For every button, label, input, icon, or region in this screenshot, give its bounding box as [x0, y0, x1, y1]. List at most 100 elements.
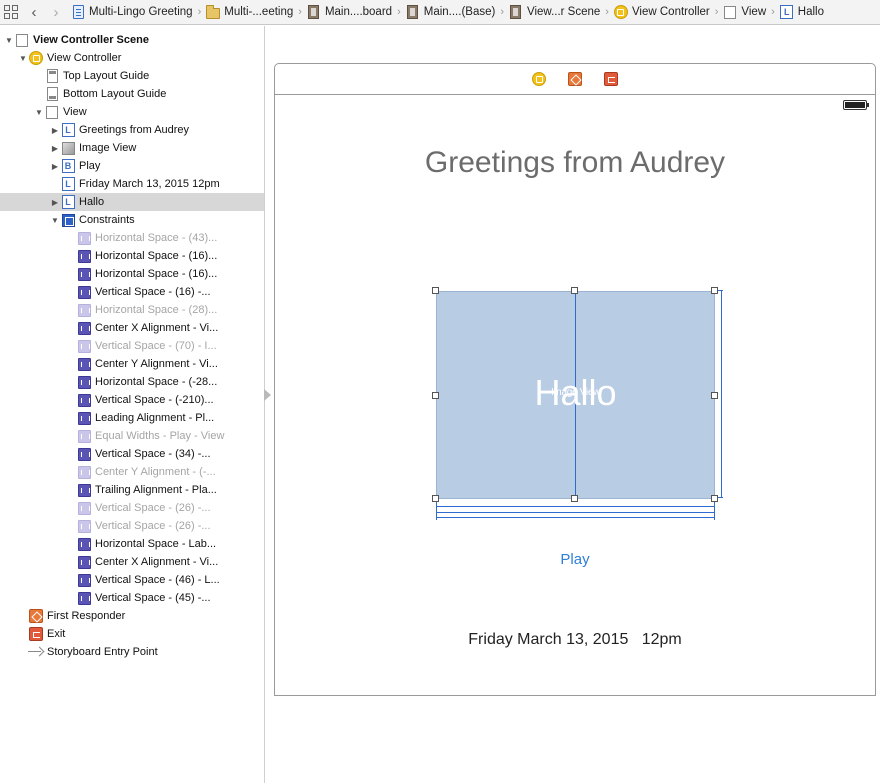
disclosure-open-icon[interactable]: ▼ — [50, 211, 60, 229]
outline-row[interactable]: Horizontal Space - (28)... — [0, 301, 264, 319]
breadcrumb-item[interactable]: View...r Scene — [509, 0, 600, 25]
resize-handle-bottom-left[interactable] — [432, 495, 439, 502]
breadcrumb-separator-icon: › — [714, 6, 719, 18]
outline-row-label: Greetings from Audrey — [79, 124, 190, 136]
outline-row[interactable]: Vertical Space - (70) - I... — [0, 337, 264, 355]
view-controller-scene-frame[interactable]: Greetings from Audrey Image View Hallo P… — [274, 63, 876, 696]
outline-row[interactable]: Horizontal Space - (16)... — [0, 247, 264, 265]
outline-row[interactable]: Vertical Space - (16) -... — [0, 283, 264, 301]
resize-handle-top-left[interactable] — [432, 287, 439, 294]
outline-row[interactable]: ▶ L Hallo — [0, 193, 264, 211]
outline-row[interactable]: ▼ View Controller Scene — [0, 31, 264, 49]
play-button[interactable]: Play — [275, 551, 875, 568]
outline-row[interactable]: Vertical Space - (45) -... — [0, 589, 264, 607]
outline-row[interactable]: Vertical Space - (26) -... — [0, 517, 264, 535]
outline-row[interactable]: Bottom Layout Guide — [0, 85, 264, 103]
outline-row[interactable]: Center X Alignment - Vi... — [0, 319, 264, 337]
outline-row[interactable]: Vertical Space - (26) -... — [0, 499, 264, 517]
outline-row[interactable]: Center Y Alignment - (-... — [0, 463, 264, 481]
outline-row[interactable]: ▼ View — [0, 103, 264, 121]
view-controller-icon[interactable] — [532, 72, 547, 87]
first-responder-icon[interactable] — [568, 72, 583, 87]
constraint-icon — [76, 374, 92, 390]
resize-handle-top-right[interactable] — [711, 287, 718, 294]
resize-handle-bottom-right[interactable] — [711, 495, 718, 502]
breadcrumb-label: View Controller — [631, 6, 710, 18]
outline-row[interactable]: L Friday March 13, 2015 12pm — [0, 175, 264, 193]
disclosure-closed-icon[interactable]: ▶ — [50, 121, 60, 139]
outline-row-label: Vertical Space - (26) -... — [95, 502, 211, 514]
outline-row[interactable]: First Responder — [0, 607, 264, 625]
outline-row[interactable]: Leading Alignment - Pl... — [0, 409, 264, 427]
outline-row[interactable]: Horizontal Space - Lab... — [0, 535, 264, 553]
image-view[interactable]: Image View Hallo — [436, 291, 715, 499]
outline-row[interactable]: Storyboard Entry Point — [0, 643, 264, 661]
constraint-line — [714, 502, 715, 520]
breadcrumb-separator-icon: › — [771, 6, 775, 18]
breadcrumb-label: Multi-Lingo Greeting — [89, 6, 193, 18]
forward-arrow-icon[interactable]: › — [45, 0, 67, 25]
breadcrumb-label: View...r Scene — [526, 6, 601, 18]
outline-row[interactable]: Horizontal Space - (-28... — [0, 373, 264, 391]
constraint-line — [436, 502, 437, 520]
breadcrumb-item[interactable]: View Controller — [613, 0, 710, 25]
outline-row-label: Horizontal Space - (43)... — [95, 232, 218, 244]
date-label[interactable]: Friday March 13, 2015 12pm — [275, 631, 875, 649]
resize-handle-bottom[interactable] — [571, 495, 578, 502]
outline-row[interactable]: Top Layout Guide — [0, 67, 264, 85]
breadcrumb-item[interactable]: Main....(Base) — [406, 0, 495, 25]
outline-row[interactable]: Horizontal Space - (43)... — [0, 229, 264, 247]
breadcrumb-item[interactable]: Multi-...eeting — [206, 0, 293, 25]
label-icon: L — [60, 122, 76, 138]
resize-handle-left[interactable] — [432, 392, 439, 399]
breadcrumb-item[interactable]: View — [723, 0, 766, 25]
outline-row-label: Center Y Alignment - (-... — [95, 466, 216, 478]
outline-row[interactable]: Vertical Space - (34) -... — [0, 445, 264, 463]
disclosure-closed-icon[interactable]: ▶ — [50, 139, 60, 157]
outline-row[interactable]: ▶ B Play — [0, 157, 264, 175]
exit-icon[interactable] — [604, 72, 619, 87]
disclosure-closed-icon[interactable]: ▶ — [50, 193, 60, 211]
outline-row-label: Trailing Alignment - Pla... — [95, 484, 217, 496]
outline-row[interactable]: Equal Widths - Play - View — [0, 427, 264, 445]
constraint-icon — [76, 392, 92, 408]
hallo-label[interactable]: Hallo — [437, 372, 714, 414]
outline-row-label: Horizontal Space - (16)... — [95, 268, 218, 280]
resize-handle-top[interactable] — [571, 287, 578, 294]
related-items-grid-icon[interactable] — [3, 4, 19, 20]
disclosure-closed-icon[interactable]: ▶ — [50, 157, 60, 175]
greeting-label[interactable]: Greetings from Audrey — [275, 146, 875, 180]
outline-row[interactable]: ▶ Image View — [0, 139, 264, 157]
breadcrumb-item[interactable]: Main....board — [307, 0, 392, 25]
breadcrumb-separator-icon: › — [197, 6, 202, 18]
outline-row[interactable]: Center X Alignment - Vi... — [0, 553, 264, 571]
view-controller-icon — [28, 50, 44, 66]
outline-row[interactable]: Vertical Space - (46) - L... — [0, 571, 264, 589]
breadcrumb-item[interactable]: Multi-Lingo Greeting — [71, 0, 193, 25]
outline-row[interactable]: ▼ Constraints — [0, 211, 264, 229]
outline-toggle-arrow-icon[interactable] — [264, 389, 271, 401]
scene-icon — [14, 32, 30, 48]
resize-handle-right[interactable] — [711, 392, 718, 399]
constraint-icon — [76, 446, 92, 462]
outline-row[interactable]: Vertical Space - (-210)... — [0, 391, 264, 409]
outline-row[interactable]: Center Y Alignment - Vi... — [0, 355, 264, 373]
outline-row[interactable]: Horizontal Space - (16)... — [0, 265, 264, 283]
outline-row[interactable]: Trailing Alignment - Pla... — [0, 481, 264, 499]
disclosure-open-icon[interactable]: ▼ — [4, 31, 14, 49]
breadcrumb-item[interactable]: L Hallo — [780, 0, 824, 25]
back-arrow-icon[interactable]: ‹ — [23, 0, 45, 25]
disclosure-open-icon[interactable]: ▼ — [34, 103, 44, 121]
disclosure-open-icon[interactable]: ▼ — [18, 49, 28, 67]
outline-row[interactable]: ▶ L Greetings from Audrey — [0, 121, 264, 139]
outline-row[interactable]: ▼ View Controller — [0, 49, 264, 67]
outline-row[interactable]: Exit — [0, 625, 264, 643]
